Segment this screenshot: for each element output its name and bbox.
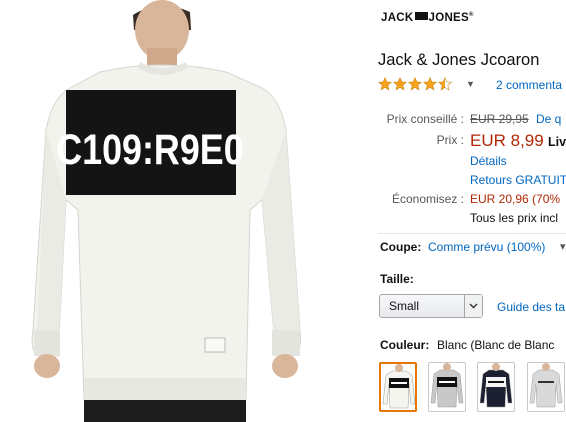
- swatch-thumbnail: [382, 364, 415, 409]
- sweater-photo: C109:R9E0: [31, 0, 301, 422]
- star-icon: [408, 77, 422, 91]
- color-swatch-white[interactable]: [379, 362, 417, 412]
- size-selected-value: Small: [389, 299, 420, 313]
- color-label: Couleur:: [380, 338, 430, 352]
- delivery-note: Liv: [548, 135, 566, 149]
- star-icon: [423, 77, 437, 91]
- reviews-link[interactable]: 2 commenta: [496, 78, 562, 92]
- sweater-print-text: C109:R9E0: [56, 126, 243, 174]
- savings-amount: EUR 20,96 (70%: [470, 192, 561, 206]
- price-label: Prix :: [436, 133, 464, 147]
- color-swatch-light-grey[interactable]: [527, 362, 565, 412]
- color-swatch-navy[interactable]: [477, 362, 515, 412]
- star-half-icon: [438, 77, 452, 91]
- details-link[interactable]: Détails: [470, 154, 507, 168]
- star-rating[interactable]: [378, 77, 452, 93]
- rating-dropdown-icon[interactable]: ▼: [466, 79, 475, 89]
- product-main-image[interactable]: C109:R9E0: [0, 0, 360, 422]
- brand-logo-left: JACK: [381, 12, 414, 24]
- list-price: EUR 29,95: [470, 112, 529, 126]
- brand-logo-mark: [414, 12, 428, 20]
- chevron-down-icon: [464, 295, 482, 317]
- current-price: EUR 8,99: [470, 131, 544, 150]
- free-returns-link[interactable]: Retours GRATUIT: [470, 173, 566, 187]
- color-swatch-grey[interactable]: [428, 362, 466, 412]
- swatch-thumbnail: [529, 363, 563, 408]
- size-guide-link[interactable]: Guide des ta: [497, 300, 565, 314]
- brand-logo[interactable]: JACK JONES®: [381, 12, 474, 24]
- divider: [378, 233, 566, 234]
- star-icon: [393, 77, 407, 91]
- brand-logo-right: JONES: [428, 12, 470, 24]
- tax-note: Tous les prix incl: [470, 211, 559, 225]
- swatch-thumbnail: [479, 363, 513, 408]
- fit-dropdown-icon[interactable]: ▾: [560, 240, 566, 253]
- size-label: Taille:: [380, 272, 414, 286]
- registered-mark: ®: [469, 12, 474, 19]
- savings-label: Économisez :: [391, 192, 464, 206]
- fit-label: Coupe:: [380, 240, 422, 254]
- size-select[interactable]: Small: [379, 294, 483, 318]
- fit-value-link[interactable]: Comme prévu (100%): [428, 240, 545, 254]
- product-title: Jack & Jones Jcoaron: [378, 51, 540, 69]
- list-price-info-link[interactable]: De q: [536, 112, 561, 126]
- color-value: Blanc (Blanc de Blanc: [437, 338, 555, 352]
- star-icon: [378, 77, 392, 91]
- swatch-thumbnail: [430, 363, 464, 408]
- list-price-label: Prix conseillé :: [386, 112, 464, 126]
